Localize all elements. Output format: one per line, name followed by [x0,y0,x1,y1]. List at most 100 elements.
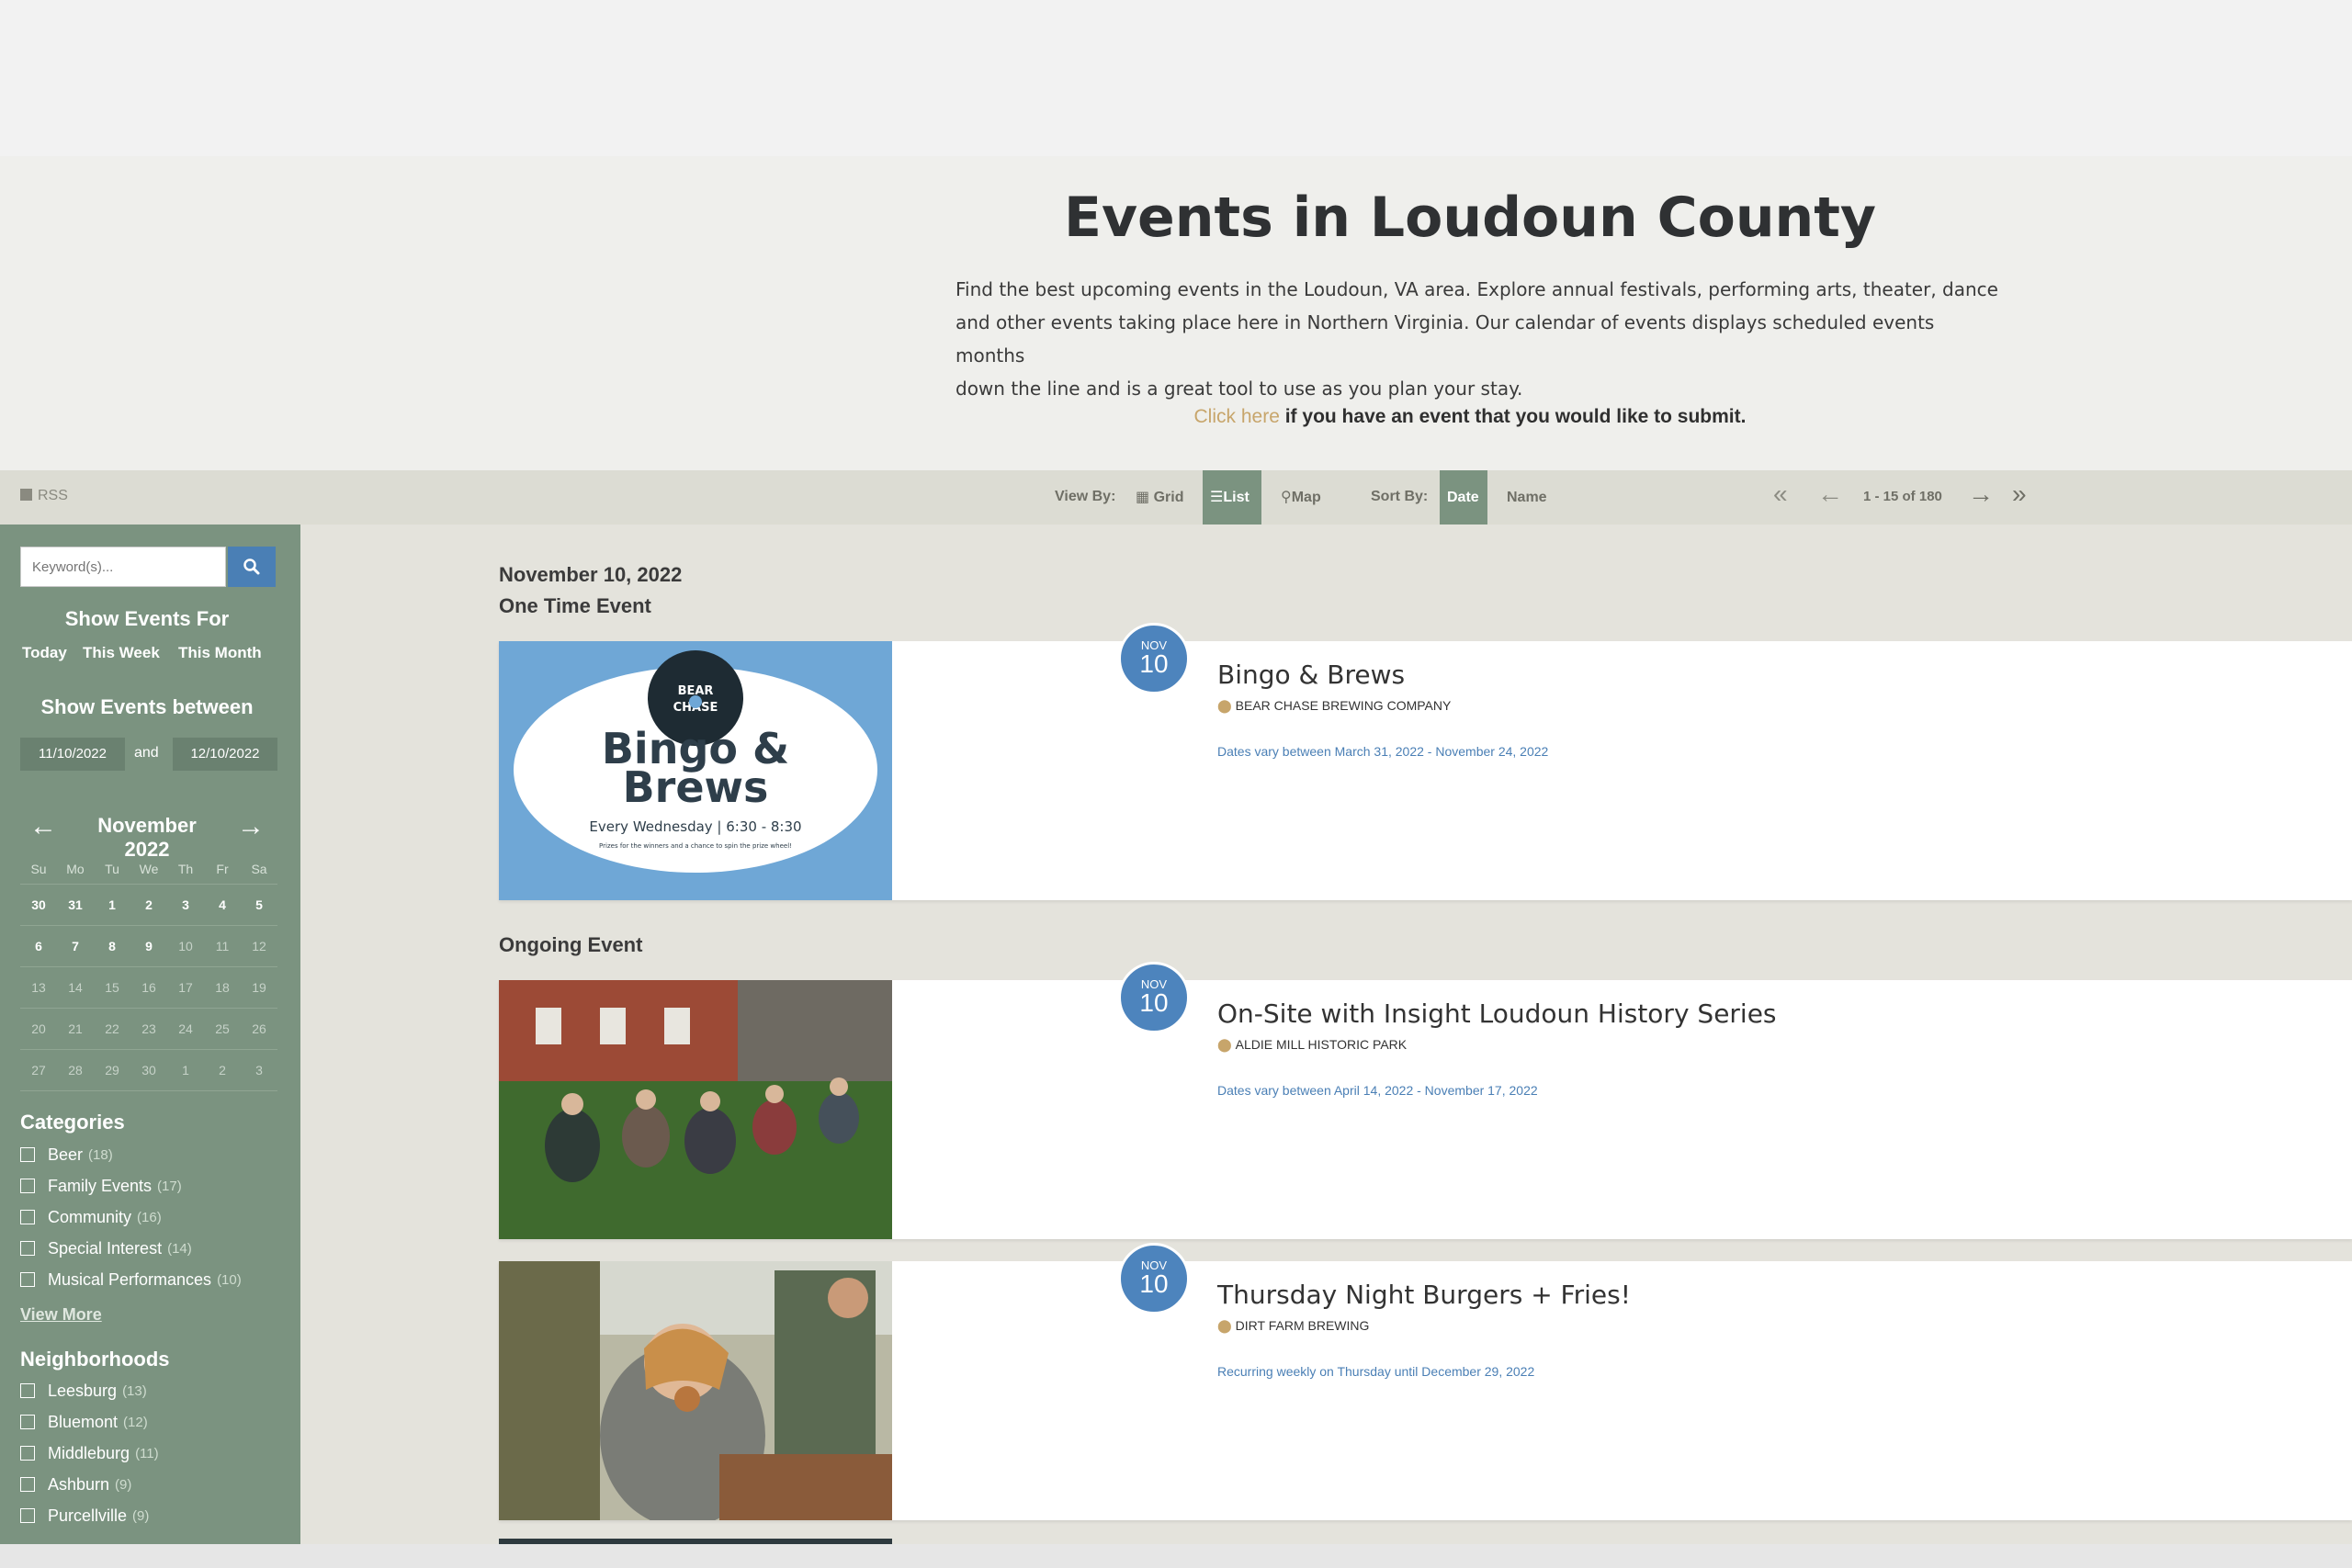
calendar-day[interactable]: 20 [20,1009,57,1049]
quick-this-month-link[interactable]: This Month [178,644,262,662]
next-page-icon[interactable]: → [1968,479,1994,509]
calendar-day[interactable]: 9 [130,926,167,966]
start-date-input[interactable]: 11/10/2022 [20,738,125,771]
checkbox[interactable] [20,1272,35,1287]
calendar-day[interactable]: 16 [130,967,167,1008]
view-grid-button[interactable]: ▦ Grid [1128,470,1191,525]
checkbox[interactable] [20,1241,35,1256]
sort-by-label: Sort By: [1371,489,1429,504]
calendar-day[interactable]: 31 [57,885,94,925]
neighborhood-label: Ashburn [48,1474,110,1494]
calendar-day[interactable]: 1 [94,885,130,925]
calendar-day[interactable]: 5 [241,885,277,925]
checkbox[interactable] [20,1210,35,1224]
calendar-day[interactable]: 7 [57,926,94,966]
submit-event-link[interactable]: Click here [1194,406,1280,427]
neighborhood-item-bluemont[interactable]: Bluemont (12) [20,1406,159,1438]
rss-icon [20,489,32,501]
last-page-icon[interactable]: » [2012,479,2027,509]
calendar-day[interactable]: 11 [204,926,241,966]
calendar-day[interactable]: 30 [20,885,57,925]
checkbox[interactable] [20,1179,35,1193]
view-more-categories-link[interactable]: View More [20,1305,102,1325]
first-page-icon[interactable]: « [1773,479,1788,509]
event-title-link[interactable]: Bingo & Brews [1217,660,1405,690]
neighborhood-item-ashburn[interactable]: Ashburn (9) [20,1469,159,1500]
search-button[interactable] [228,547,276,587]
checkbox[interactable] [20,1508,35,1523]
checkbox[interactable] [20,1415,35,1429]
category-item-family-events[interactable]: Family Events (17) [20,1170,242,1201]
category-item-musical-performances[interactable]: Musical Performances (10) [20,1264,242,1295]
prev-month-icon[interactable]: ← [29,811,57,842]
view-map-button[interactable]: ⚲Map [1273,470,1329,525]
sort-name-button[interactable]: Name [1499,470,1555,525]
calendar-day[interactable]: 28 [57,1050,94,1090]
calendar-day[interactable]: 13 [20,967,57,1008]
category-item-beer[interactable]: Beer (18) [20,1139,242,1170]
keyword-search-input[interactable] [20,547,226,587]
calendar-day[interactable]: 29 [94,1050,130,1090]
prev-page-icon[interactable]: ← [1817,479,1843,509]
rss-link[interactable]: RSS [20,488,68,504]
calendar-day[interactable]: 8 [94,926,130,966]
calendar-day[interactable]: 3 [241,1050,277,1090]
calendar-week-row: 13 14 15 16 17 18 19 [20,967,277,1009]
checkbox[interactable] [20,1477,35,1492]
neighborhood-count: (9) [132,1507,150,1524]
calendar-day[interactable]: 23 [130,1009,167,1049]
calendar-day[interactable]: 27 [20,1050,57,1090]
quick-today-link[interactable]: Today [22,644,67,662]
event-card[interactable]: BEAR CHASE Bingo & Brews Every Wednesday… [499,623,2352,900]
calendar-day[interactable]: 2 [130,885,167,925]
calendar-day[interactable]: 14 [57,967,94,1008]
calendar-day[interactable]: 3 [167,885,204,925]
location-pin-icon: ⬤ [1217,1318,1232,1333]
top-band [0,0,2352,156]
calendar-day[interactable]: 30 [130,1050,167,1090]
event-thumbnail[interactable]: BEAR CHASE Bingo & Brews Every Wednesday… [499,641,892,900]
calendar-day[interactable]: 12 [241,926,277,966]
calendar-day[interactable]: 19 [241,967,277,1008]
date-range-and-label: and [134,745,159,761]
calendar-day[interactable]: 17 [167,967,204,1008]
category-label: Beer [48,1145,84,1164]
category-item-special-interest[interactable]: Special Interest (14) [20,1233,242,1264]
checkbox[interactable] [20,1383,35,1398]
search-icon [243,558,260,575]
neighborhood-item-leesburg[interactable]: Leesburg (13) [20,1375,159,1406]
next-month-icon[interactable]: → [237,811,265,842]
calendar-day[interactable]: 22 [94,1009,130,1049]
one-time-event-heading: One Time Event [499,594,651,617]
calendar-day[interactable]: 2 [204,1050,241,1090]
end-date-input[interactable]: 12/10/2022 [173,738,277,771]
badge-day: 10 [1139,649,1169,678]
calendar-day[interactable]: 10 [167,926,204,966]
category-item-community[interactable]: Community (16) [20,1201,242,1233]
event-title-link[interactable]: Thursday Night Burgers + Fries! [1217,1280,1631,1310]
calendar-day[interactable]: 26 [241,1009,277,1049]
quick-this-week-link[interactable]: This Week [83,644,160,662]
neighborhood-item-purcellville[interactable]: Purcellville (9) [20,1500,159,1531]
neighborhood-item-middleburg[interactable]: Middleburg (11) [20,1438,159,1469]
event-card[interactable]: NOV 10 On-Site with Insight Loudoun Hist… [499,962,2352,1239]
sort-name-label: Name [1507,490,1547,505]
checkbox[interactable] [20,1147,35,1162]
event-thumbnail[interactable] [499,980,892,1239]
calendar-day[interactable]: 18 [204,967,241,1008]
event-thumbnail[interactable] [499,1261,892,1520]
category-count: (10) [217,1271,242,1288]
event-dates: Dates vary between April 14, 2022 - Nove… [1217,1083,1538,1098]
calendar-day[interactable]: 1 [167,1050,204,1090]
calendar-day[interactable]: 15 [94,967,130,1008]
event-card[interactable]: NOV 10 Thursday Night Burgers + Fries! ⬤… [499,1243,2352,1520]
sort-date-button[interactable]: Date [1440,470,1487,525]
calendar-day[interactable]: 6 [20,926,57,966]
event-title-link[interactable]: On-Site with Insight Loudoun History Ser… [1217,998,1777,1029]
calendar-day[interactable]: 25 [204,1009,241,1049]
calendar-day[interactable]: 21 [57,1009,94,1049]
calendar-day[interactable]: 4 [204,885,241,925]
checkbox[interactable] [20,1446,35,1461]
view-list-button[interactable]: ☰List [1203,470,1261,525]
calendar-day[interactable]: 24 [167,1009,204,1049]
